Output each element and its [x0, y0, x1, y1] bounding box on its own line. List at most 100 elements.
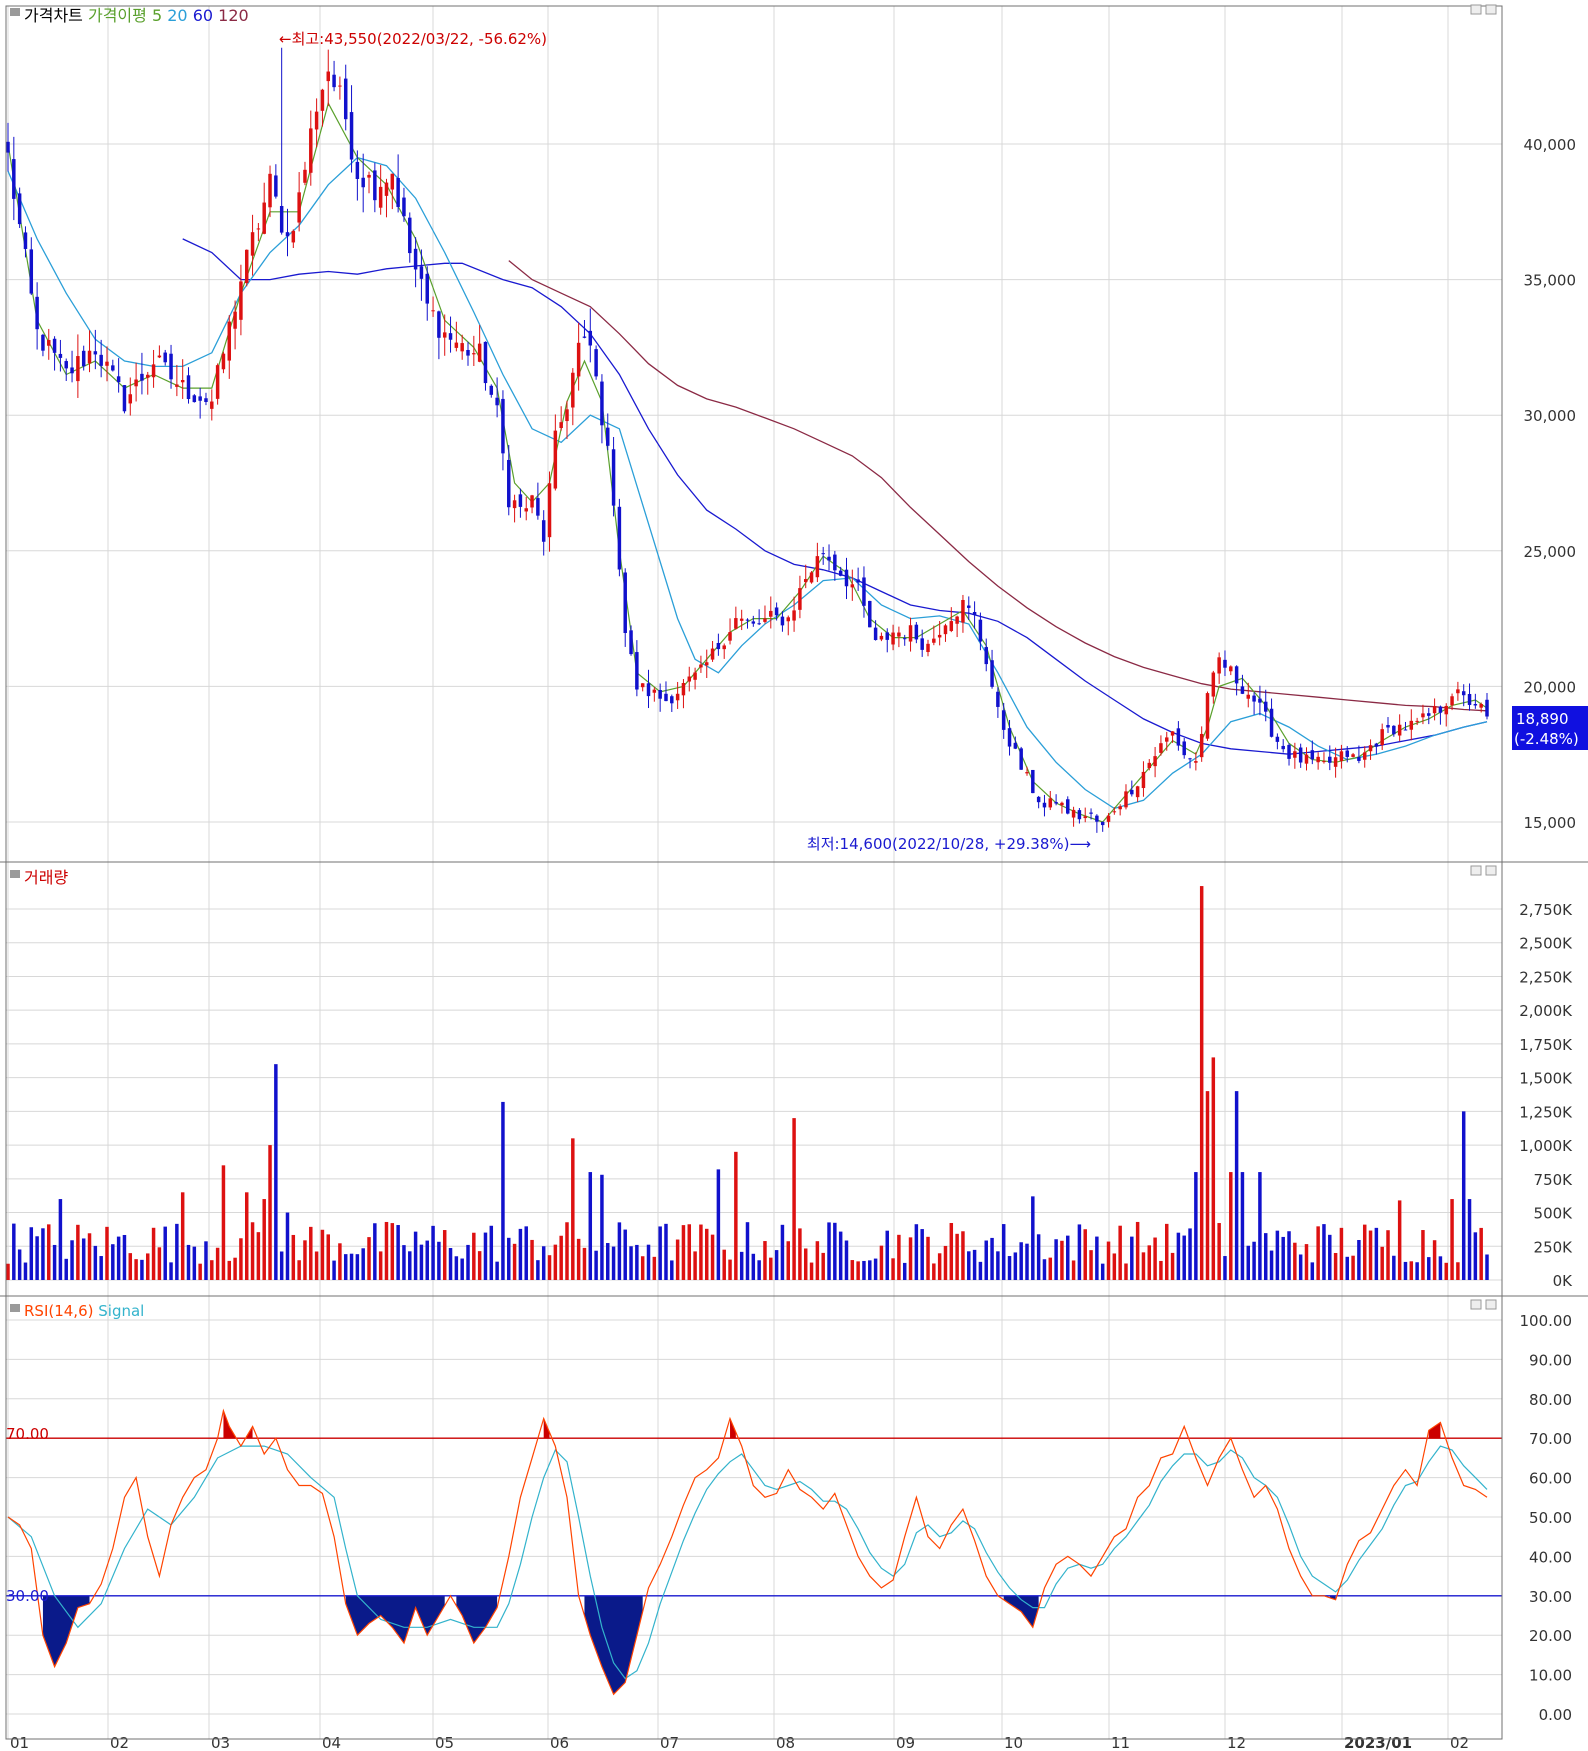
volume-bar: [1182, 1235, 1186, 1280]
volume-bar: [1456, 1262, 1460, 1280]
volume-bar: [914, 1224, 919, 1280]
volume-bar: [402, 1245, 406, 1280]
candle: [1019, 746, 1023, 770]
volume-bar: [967, 1251, 971, 1280]
volume-bar: [175, 1223, 179, 1280]
volume-bar: [885, 1230, 889, 1280]
candle: [17, 187, 22, 228]
volume-bar: [477, 1251, 482, 1280]
minimize-icon[interactable]: [1470, 865, 1482, 876]
volume-bar: [1351, 1255, 1355, 1280]
volume-bar: [367, 1237, 371, 1280]
legend-ma120: 120: [218, 6, 249, 25]
candle: [617, 498, 622, 577]
volume-bar: [1135, 1221, 1140, 1280]
volume-bar: [1071, 1260, 1076, 1280]
minimize-icon[interactable]: [1470, 1299, 1482, 1310]
volume-bar: [1333, 1252, 1338, 1280]
price-legend: 가격차트 가격이평 5 20 60 120: [10, 6, 249, 25]
volume-bar: [64, 1258, 68, 1280]
volume-bar: [675, 1239, 680, 1280]
volume-bar: [856, 1261, 860, 1280]
candle: [215, 363, 220, 405]
volume-bar: [716, 1169, 721, 1280]
volume-bar: [204, 1241, 208, 1280]
close-icon[interactable]: [1485, 865, 1497, 876]
volume-bar: [180, 1192, 185, 1280]
volume-bar: [355, 1254, 360, 1280]
volume-bar: [1060, 1240, 1064, 1280]
volume-y-tick: 500K: [1534, 1205, 1574, 1223]
volume-bar: [1275, 1230, 1280, 1280]
volume-bar: [1397, 1200, 1402, 1280]
volume-bar: [1124, 1263, 1128, 1280]
volume-bar: [821, 1252, 825, 1280]
minimize-icon[interactable]: [1470, 4, 1482, 15]
volume-y-tick: 1,750K: [1519, 1036, 1573, 1054]
volume-bar: [990, 1237, 994, 1280]
candle: [244, 249, 249, 287]
x-tick-label: 03: [211, 1734, 230, 1751]
x-tick-label: 02: [110, 1734, 129, 1751]
volume-bar: [1240, 1172, 1245, 1280]
volume-bar: [326, 1234, 330, 1280]
volume-bar: [128, 1253, 133, 1280]
x-tick-label: 08: [776, 1734, 795, 1751]
volume-bar: [547, 1255, 552, 1280]
volume-bar: [12, 1223, 16, 1280]
candle: [1031, 769, 1035, 794]
close-icon[interactable]: [1485, 4, 1497, 15]
volume-bar: [1263, 1233, 1268, 1280]
volume-bar: [1374, 1227, 1379, 1280]
close-icon[interactable]: [1485, 1299, 1497, 1310]
volume-bar: [978, 1261, 983, 1280]
volume-bar: [349, 1253, 354, 1280]
volume-bar: [693, 1251, 697, 1280]
volume-bar: [1036, 1234, 1041, 1280]
volume-bar: [879, 1245, 884, 1280]
volume-bar: [803, 1248, 808, 1280]
volume-bar: [1392, 1255, 1396, 1280]
volume-bar: [652, 1256, 657, 1280]
volume-bar: [670, 1260, 674, 1280]
low-annotation: 최저:14,600(2022/10/28, +29.38%)⟶: [807, 835, 1091, 853]
volume-bar: [827, 1222, 831, 1280]
volume-bar: [256, 1232, 261, 1280]
volume-bar: [1310, 1262, 1315, 1280]
volume-bar: [1403, 1261, 1408, 1280]
volume-bar: [239, 1238, 243, 1280]
volume-bar: [815, 1241, 820, 1280]
volume-bar: [1246, 1245, 1251, 1280]
volume-bar: [408, 1251, 412, 1280]
x-tick-label: 07: [660, 1734, 679, 1751]
volume-bar: [838, 1231, 843, 1280]
volume-bar: [576, 1238, 581, 1280]
volume-bar: [454, 1256, 459, 1280]
volume-bar: [285, 1212, 290, 1280]
volume-bar: [541, 1246, 546, 1280]
volume-bar: [955, 1233, 959, 1280]
volume-bar: [233, 1257, 237, 1280]
volume-bar: [483, 1232, 488, 1280]
volume-bar: [134, 1259, 138, 1280]
volume-bar: [343, 1254, 348, 1280]
volume-bar: [1252, 1241, 1256, 1280]
x-tick-label: 2023/01: [1344, 1734, 1412, 1751]
volume-bar: [769, 1257, 773, 1280]
volume-bar: [1461, 1111, 1466, 1280]
volume-bar: [1281, 1236, 1285, 1280]
volume-bar: [949, 1222, 954, 1280]
volume-y-tick: 2,500K: [1519, 935, 1573, 953]
volume-bar: [739, 1251, 744, 1280]
volume-bar: [606, 1243, 610, 1280]
x-tick-label: 10: [1004, 1734, 1023, 1751]
volume-bar: [93, 1245, 98, 1280]
volume-bar: [431, 1225, 435, 1280]
volume-bar: [29, 1227, 34, 1280]
volume-bar: [524, 1226, 528, 1280]
volume-bar: [1234, 1091, 1239, 1280]
rsi-y-tick: 40.00: [1529, 1548, 1572, 1566]
volume-bar: [1479, 1227, 1483, 1280]
volume-bar: [332, 1260, 336, 1280]
volume-bar: [140, 1259, 144, 1280]
